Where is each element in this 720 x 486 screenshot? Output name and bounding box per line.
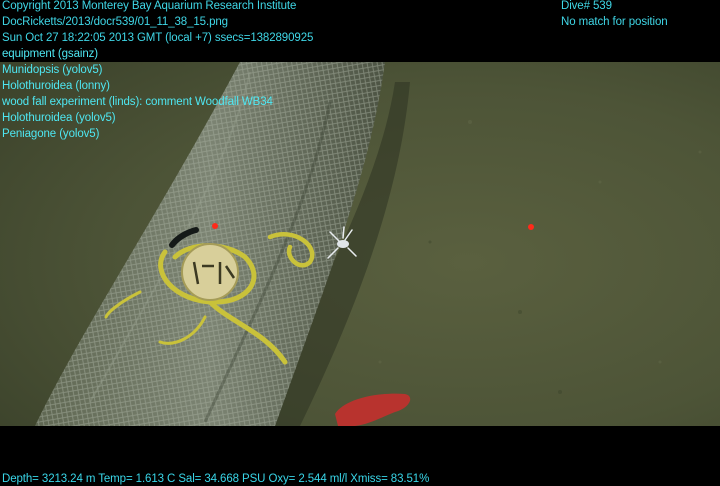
position-status: No match for position: [561, 16, 668, 28]
filename-text: DocRicketts/2013/docr539/01_11_38_15.png: [2, 16, 228, 28]
copyright-text: Copyright 2013 Monterey Bay Aquarium Res…: [2, 0, 297, 12]
annotation-item: equipment (gsainz): [2, 48, 99, 60]
video-frame: Copyright 2013 Monterey Bay Aquarium Res…: [0, 0, 720, 486]
dive-number: Dive# 539: [561, 0, 612, 12]
id-tag-plate: [181, 243, 239, 301]
seafloor-scene: [0, 62, 720, 426]
laser-dot-left: [212, 223, 218, 229]
laser-dot-right: [528, 224, 534, 230]
timestamp-text: Sun Oct 27 18:22:05 2013 GMT (local +7) …: [2, 32, 314, 44]
telemetry-readout: Depth= 3213.24 m Temp= 1.613 C Sal= 34.6…: [2, 473, 430, 485]
